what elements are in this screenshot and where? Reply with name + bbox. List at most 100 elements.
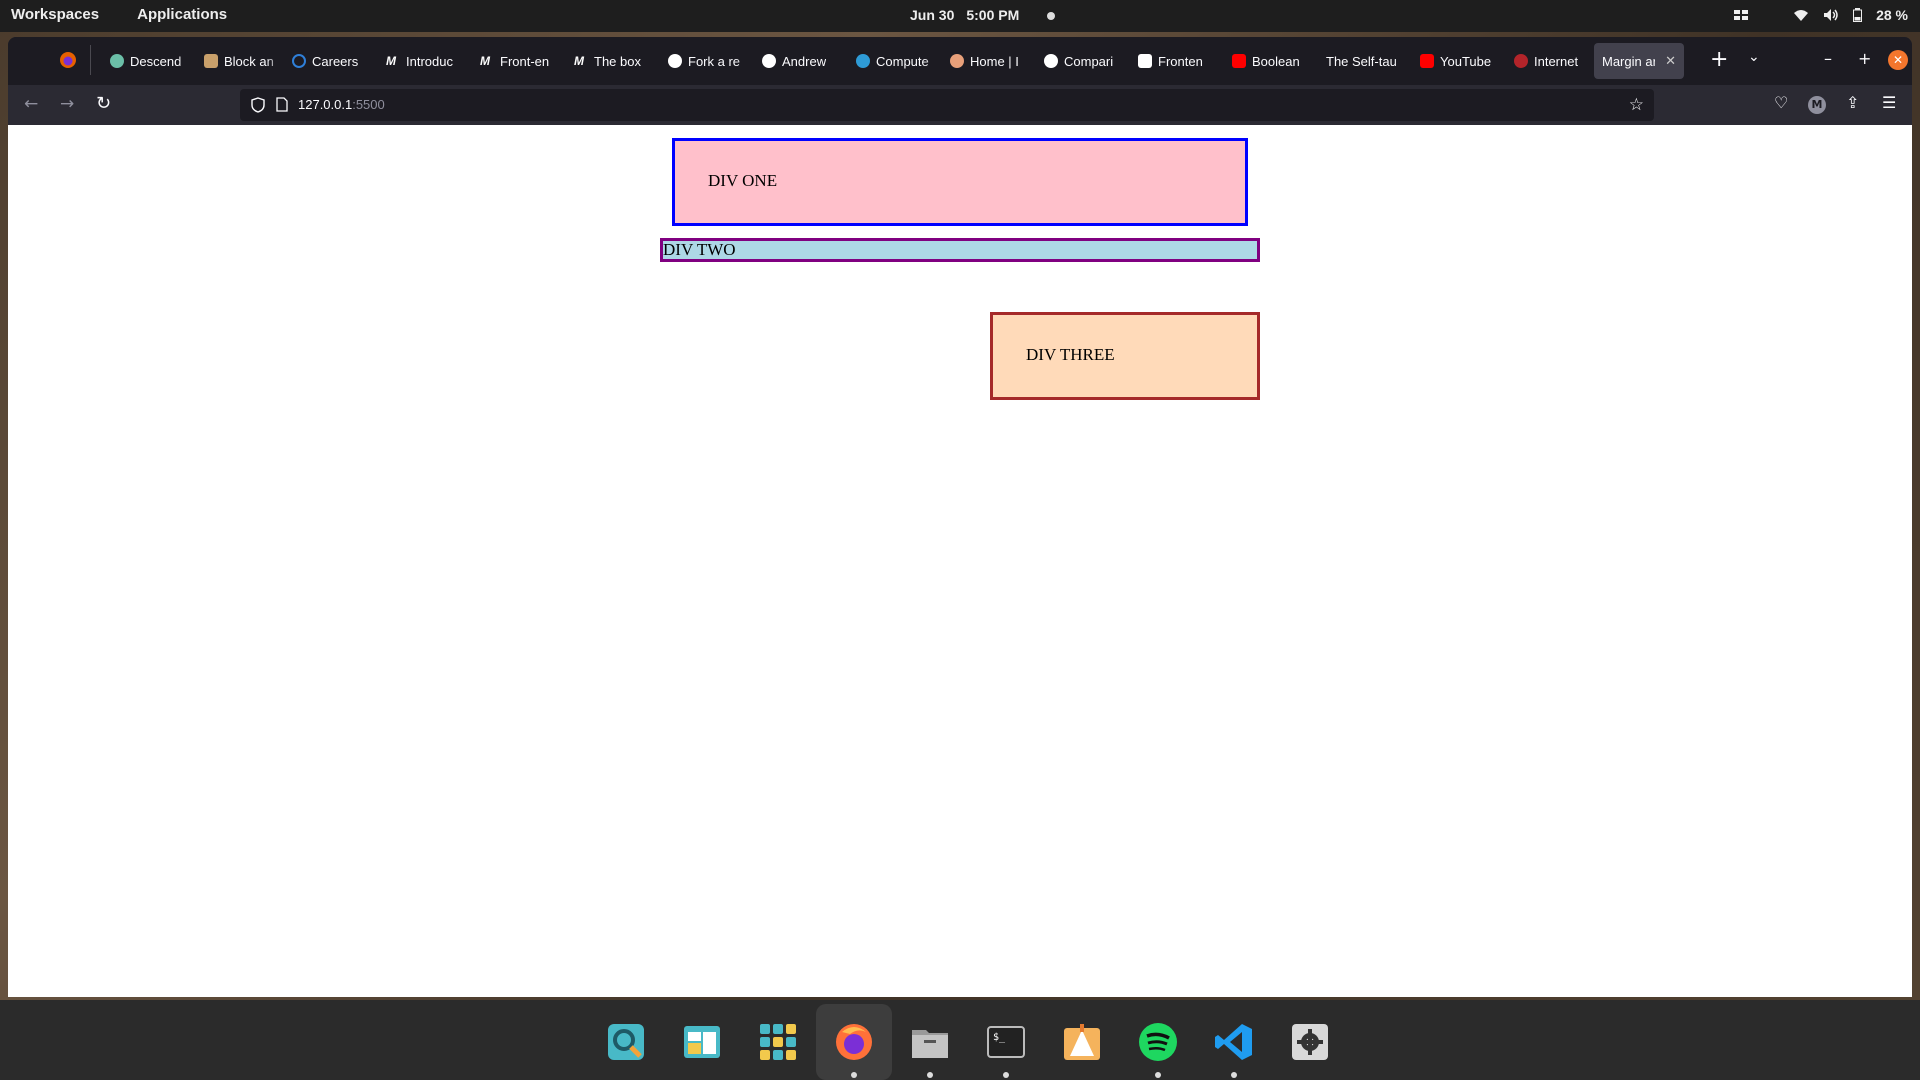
- svg-text:$_: $_: [993, 1032, 1006, 1043]
- medium-favicon-icon: M: [574, 54, 584, 68]
- tab-label: Compute: [876, 53, 929, 69]
- installer-icon: [1064, 1024, 1100, 1060]
- tab[interactable]: M Front-en: [472, 43, 566, 79]
- vscode-icon: [1215, 1024, 1252, 1060]
- dock-workspaces-app[interactable]: [664, 1004, 740, 1080]
- tab-label: Careers: [312, 53, 359, 69]
- div-three-box: DIV THREE: [990, 312, 1260, 400]
- workspaces-button[interactable]: Workspaces: [11, 6, 99, 23]
- tab-separator: [90, 45, 91, 75]
- favicon-icon: [292, 54, 306, 68]
- layout-switcher-icon[interactable]: [1733, 8, 1749, 22]
- dock-installer[interactable]: [1044, 1004, 1120, 1080]
- tab[interactable]: Descend: [102, 43, 196, 79]
- dock-spotify[interactable]: [1120, 1004, 1196, 1080]
- url-bar[interactable]: 127.0.0.1:5500 ☆: [240, 89, 1654, 121]
- div-two-box: DIV TWO: [660, 238, 1260, 262]
- close-window-icon[interactable]: ✕: [1888, 50, 1908, 70]
- div-one-text: DIV ONE: [708, 171, 778, 190]
- firefox-view-icon[interactable]: [58, 50, 78, 70]
- dock-settings[interactable]: [1272, 1004, 1348, 1080]
- dock-search-app[interactable]: [588, 1004, 664, 1080]
- url-text: 127.0.0.1:5500: [298, 97, 385, 112]
- page-info-icon[interactable]: [276, 97, 288, 112]
- forward-arrow-icon[interactable]: →: [60, 94, 74, 114]
- running-indicator: [1231, 1072, 1237, 1078]
- terminal-icon: $_: [987, 1026, 1025, 1058]
- tab-label: The Self-tau: [1326, 53, 1397, 69]
- clock-time: 5:00 PM: [966, 7, 1020, 23]
- reload-icon[interactable]: ↻: [96, 93, 111, 114]
- github-icon: [762, 54, 776, 68]
- tab-label: Internet: [1534, 53, 1579, 69]
- tab[interactable]: Andrew: [754, 43, 848, 79]
- close-tab-icon[interactable]: ✕: [1665, 53, 1676, 69]
- medium-favicon-icon: M: [386, 54, 396, 68]
- maximize-icon[interactable]: +: [1858, 49, 1871, 68]
- tab-label: Boolean: [1252, 53, 1300, 69]
- tab-label: Home | I: [970, 53, 1019, 69]
- tab[interactable]: Fronten: [1130, 43, 1224, 79]
- volume-icon[interactable]: [1823, 8, 1839, 22]
- page-viewport: DIV ONE DIV TWO DIV THREE: [8, 125, 1912, 997]
- favicon-icon: [110, 54, 124, 68]
- tab[interactable]: Compari: [1036, 43, 1130, 79]
- tab[interactable]: The Self-tau: [1318, 43, 1412, 79]
- tab-label: Margin ar: [1602, 53, 1656, 69]
- applications-button[interactable]: Applications: [137, 6, 227, 23]
- tab-list: Descend Block an Careers M Introduc M Fron…: [102, 43, 1684, 79]
- tab[interactable]: Home | I: [942, 43, 1036, 79]
- hamburger-menu-icon[interactable]: ☰: [1882, 93, 1896, 112]
- tab-active[interactable]: Margin ar ✕: [1594, 43, 1684, 79]
- url-host: 127.0.0.1: [298, 97, 353, 112]
- tab[interactable]: Compute: [848, 43, 942, 79]
- notification-dot-icon: [1047, 12, 1056, 20]
- clock[interactable]: Jun 30 5:00 PM: [910, 7, 1056, 23]
- wifi-icon[interactable]: [1793, 8, 1809, 22]
- tab[interactable]: Fork a re: [660, 43, 754, 79]
- bookmark-star-icon[interactable]: ☆: [1629, 95, 1644, 115]
- tab[interactable]: M The box: [566, 43, 660, 79]
- battery-percent: 28 %: [1876, 7, 1908, 23]
- url-port: :5500: [352, 97, 385, 112]
- running-indicator: [1155, 1072, 1161, 1078]
- tab[interactable]: YouTube: [1412, 43, 1506, 79]
- list-all-tabs-icon[interactable]: ⌄: [1748, 49, 1760, 65]
- dock-terminal[interactable]: $_: [968, 1004, 1044, 1080]
- favicon-icon: [1514, 54, 1528, 68]
- dock-app-grid[interactable]: [740, 1004, 816, 1080]
- pocket-icon[interactable]: ♡: [1774, 93, 1788, 112]
- system-top-bar: Workspaces Applications Jun 30 5:00 PM 2…: [0, 0, 1920, 32]
- tab-strip: Descend Block an Careers M Introduc M Fron…: [8, 37, 1912, 85]
- youtube-icon: [1420, 54, 1434, 68]
- back-arrow-icon[interactable]: ←: [24, 94, 38, 114]
- favicon-icon: [856, 54, 870, 68]
- dock-firefox[interactable]: [816, 1004, 892, 1080]
- dock-vscode[interactable]: [1196, 1004, 1272, 1080]
- minimize-icon[interactable]: –: [1824, 49, 1832, 68]
- tab-label: Introduc: [406, 53, 453, 69]
- dock-files[interactable]: [892, 1004, 968, 1080]
- tab[interactable]: M Introduc: [378, 43, 472, 79]
- settings-gear-icon: [1292, 1024, 1328, 1060]
- search-app-icon: [608, 1024, 644, 1060]
- github-icon: [668, 54, 682, 68]
- tab-label: Descend: [130, 53, 182, 69]
- tab[interactable]: Internet: [1506, 43, 1594, 79]
- extensions-icon[interactable]: ⇪: [1846, 93, 1859, 112]
- tab-label: Fronten: [1158, 53, 1203, 69]
- tab[interactable]: Careers: [284, 43, 378, 79]
- tracking-shield-icon[interactable]: [251, 97, 265, 113]
- spotify-icon: [1139, 1023, 1177, 1061]
- running-indicator: [927, 1072, 933, 1078]
- running-indicator: [851, 1072, 857, 1078]
- navigation-toolbar: ← → ↻ 127.0.0.1:5500 ☆ ♡ M ⇪ ☰: [8, 85, 1912, 125]
- favicon-icon: [1138, 54, 1152, 68]
- account-avatar[interactable]: M: [1808, 96, 1826, 114]
- div-one-box: DIV ONE: [672, 138, 1248, 226]
- battery-icon[interactable]: [1853, 8, 1863, 22]
- tab[interactable]: Block an: [196, 43, 284, 79]
- new-tab-icon[interactable]: +: [1710, 47, 1728, 72]
- tab[interactable]: Boolean: [1224, 43, 1318, 79]
- workspaces-app-icon: [684, 1026, 720, 1058]
